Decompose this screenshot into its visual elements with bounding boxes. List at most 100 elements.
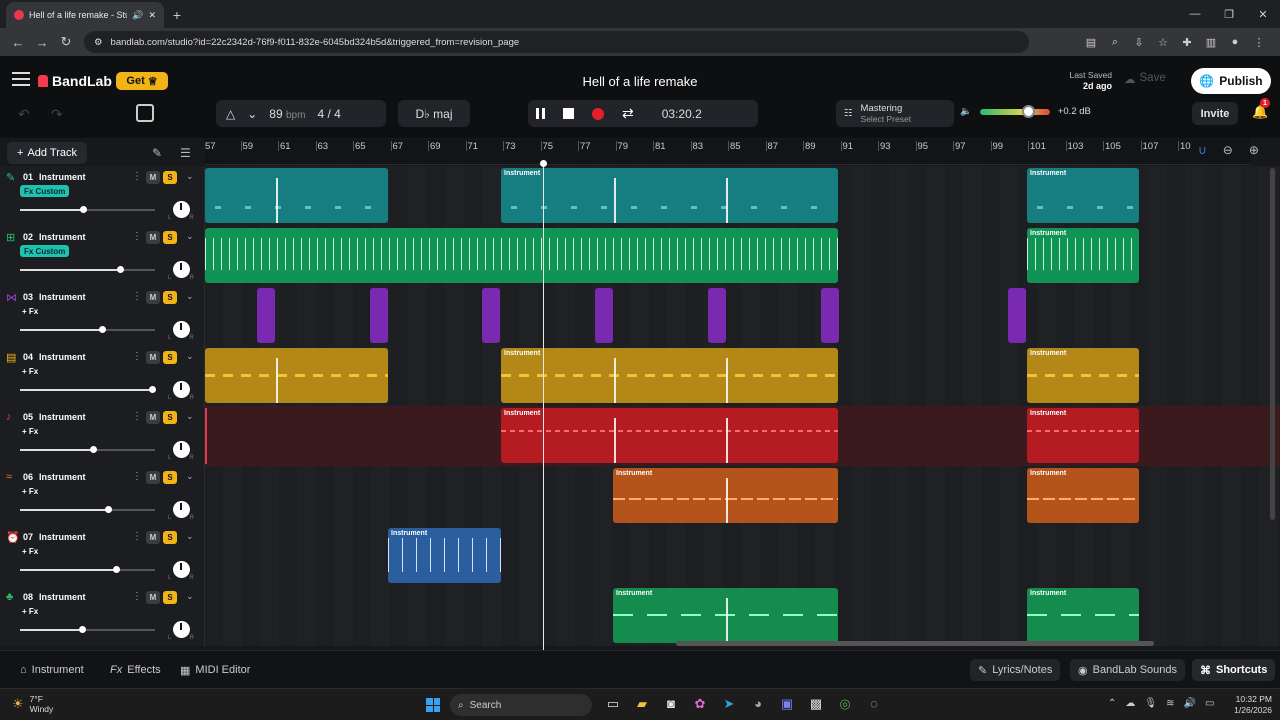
track-row[interactable]: ⊞ 02 Instrument Fx Custom ⋮ M S ⌄ LR Instrument: [0, 226, 1280, 286]
track-options-icon[interactable]: ⋮: [132, 231, 142, 242]
track-fx-button[interactable]: + Fx: [20, 305, 42, 317]
steam-icon[interactable]: ◕: [749, 696, 767, 712]
track-options-icon[interactable]: ⋮: [132, 531, 142, 542]
track-row[interactable]: ✎ 01 Instrument Fx Custom ⋮ M S ⌄ LR Instrument In…: [0, 166, 1280, 226]
vertical-scrollbar[interactable]: [1270, 168, 1275, 520]
profile-avatar-icon[interactable]: ●: [1228, 36, 1242, 49]
chevron-down-icon[interactable]: ⌄: [186, 591, 194, 602]
redo-icon[interactable]: ↷: [51, 106, 63, 123]
track-header[interactable]: ▤ 04 Instrument + Fx ⋮ M S ⌄ LR: [0, 346, 205, 406]
track-options-icon[interactable]: ⋮: [132, 171, 142, 182]
volume-icon[interactable]: 🔈: [960, 106, 972, 117]
reader-icon[interactable]: ▤: [1084, 36, 1098, 49]
invite-button[interactable]: Invite: [1192, 102, 1238, 125]
solo-button[interactable]: S: [163, 471, 177, 484]
site-info-icon[interactable]: ⚙: [94, 37, 103, 48]
audio-clip[interactable]: [370, 288, 388, 343]
audio-clip[interactable]: [205, 348, 388, 403]
snap-magnet-icon[interactable]: ∪: [1198, 143, 1207, 157]
track-row[interactable]: ⋈ 03 Instrument + Fx ⋮ M S ⌄ LR: [0, 286, 1280, 346]
automation-icon[interactable]: ✎: [152, 146, 162, 160]
back-arrow-icon[interactable]: ←: [6, 35, 30, 50]
audio-clip[interactable]: Instrument: [1027, 408, 1139, 463]
volume-knob[interactable]: [149, 386, 157, 393]
solo-button[interactable]: S: [163, 531, 177, 544]
track-row[interactable]: ♪ 05 Instrument + Fx ⋮ M S ⌄ LR Instrument Instrum…: [0, 406, 1280, 466]
track-name[interactable]: Instrument: [39, 232, 86, 242]
shortcuts-button[interactable]: ⌘ Shortcuts: [1192, 659, 1276, 681]
track-lane[interactable]: Instrument: [205, 226, 1280, 286]
track-row[interactable]: ▤ 04 Instrument + Fx ⋮ M S ⌄ LR Instrument Instrum…: [0, 346, 1280, 406]
volume-knob[interactable]: [116, 266, 124, 273]
extensions-icon[interactable]: ✚: [1180, 36, 1194, 49]
track-fx-button[interactable]: Fx Custom: [20, 245, 70, 257]
audio-clip[interactable]: Instrument: [1027, 228, 1139, 283]
track-header[interactable]: ⋈ 03 Instrument + Fx ⋮ M S ⌄ LR: [0, 286, 205, 346]
hamburger-menu-icon[interactable]: [12, 72, 30, 86]
chevron-down-icon[interactable]: ⌄: [186, 471, 194, 482]
track-lane[interactable]: Instrument Instrument: [205, 346, 1280, 406]
track-lane[interactable]: Instrument Instrument: [205, 466, 1280, 526]
track-name[interactable]: Instrument: [39, 412, 86, 422]
undo-icon[interactable]: ↶: [18, 106, 30, 123]
battery-icon[interactable]: ▭: [1205, 698, 1214, 709]
effects-tab[interactable]: Fx Effects: [102, 659, 169, 681]
track-header[interactable]: ⊞ 02 Instrument Fx Custom ⋮ M S ⌄ LR: [0, 226, 205, 286]
track-fx-button[interactable]: + Fx: [20, 425, 42, 437]
track-volume-slider[interactable]: [20, 266, 155, 273]
audio-clip[interactable]: [1008, 288, 1026, 343]
new-tab-button[interactable]: +: [164, 2, 190, 28]
xbox-icon[interactable]: ◙: [662, 696, 680, 712]
taskbar-search[interactable]: ⌕ Search: [450, 694, 592, 716]
track-name[interactable]: Instrument: [39, 352, 86, 362]
audio-clip[interactable]: [205, 168, 388, 223]
track-volume-slider[interactable]: [20, 326, 155, 333]
track-row[interactable]: ♣ 08 Instrument + Fx ⋮ M S ⌄ LR Instrument Instrum…: [0, 586, 1280, 646]
publish-button[interactable]: 🌐 Publish: [1191, 68, 1271, 94]
zoom-in-icon[interactable]: ⊕: [1249, 143, 1259, 157]
volume-knob[interactable]: [79, 626, 87, 633]
get-membership-button[interactable]: Get ♕: [116, 72, 168, 90]
reload-icon[interactable]: ↻: [54, 34, 78, 50]
mute-button[interactable]: M: [146, 531, 160, 544]
track-volume-slider[interactable]: [20, 446, 155, 453]
track-header[interactable]: ≈06 Instrument + Fx ⋮ M S ⌄ LR: [0, 466, 205, 526]
bandlab-sounds-button[interactable]: ◉ BandLab Sounds: [1070, 659, 1186, 681]
track-name[interactable]: Instrument: [39, 592, 86, 602]
track-volume-slider[interactable]: [20, 506, 155, 513]
browser-menu-icon[interactable]: ⋮: [1252, 36, 1266, 49]
telegram-icon[interactable]: ➤: [720, 696, 738, 712]
browser-tab[interactable]: Hell of a life remake - Studi 🔊 ✕: [6, 2, 164, 28]
audio-clip[interactable]: Instrument: [1027, 588, 1139, 643]
taskbar-clock[interactable]: 10:32 PM 1/26/2026: [1226, 694, 1272, 716]
windows-start-icon[interactable]: [426, 698, 440, 712]
track-volume-slider[interactable]: [20, 386, 157, 393]
audio-clip[interactable]: Instrument: [501, 168, 838, 223]
track-fx-button[interactable]: + Fx: [20, 605, 42, 617]
chevron-down-icon[interactable]: ⌄: [186, 351, 194, 362]
bookmark-star-icon[interactable]: ☆: [1156, 36, 1170, 49]
minimize-icon[interactable]: —: [1178, 0, 1212, 28]
volume-knob[interactable]: [1021, 104, 1035, 118]
record-icon[interactable]: [592, 107, 604, 120]
track-volume-slider[interactable]: [20, 566, 155, 573]
audio-clip[interactable]: Instrument: [1027, 168, 1139, 223]
volume-knob[interactable]: [99, 326, 107, 333]
audio-clip[interactable]: Instrument: [1027, 348, 1139, 403]
solo-button[interactable]: S: [163, 351, 177, 364]
horizontal-scrollbar[interactable]: [676, 641, 1154, 646]
restore-icon[interactable]: ❐: [1212, 0, 1246, 28]
mic-icon[interactable]: 🎙: [1144, 698, 1157, 709]
close-window-icon[interactable]: ✕: [1246, 0, 1280, 28]
teams-icon[interactable]: ▣: [778, 696, 796, 712]
track-lane[interactable]: Instrument: [205, 526, 1280, 586]
add-track-button[interactable]: + Add Track: [7, 141, 87, 164]
track-fx-button[interactable]: Fx Custom: [20, 185, 70, 197]
sidepanel-icon[interactable]: ▥: [1204, 36, 1218, 49]
zoom-out-icon[interactable]: ⊖: [1223, 143, 1233, 157]
task-view-icon[interactable]: ▭: [604, 696, 622, 712]
instrument-tab[interactable]: ⌂ Instrument: [12, 659, 92, 681]
speaker-tray-icon[interactable]: 🔊: [1183, 698, 1195, 709]
track-header[interactable]: ♪ 05 Instrument + Fx ⋮ M S ⌄ LR: [0, 406, 205, 466]
app-icon[interactable]: ◌: [865, 696, 883, 712]
